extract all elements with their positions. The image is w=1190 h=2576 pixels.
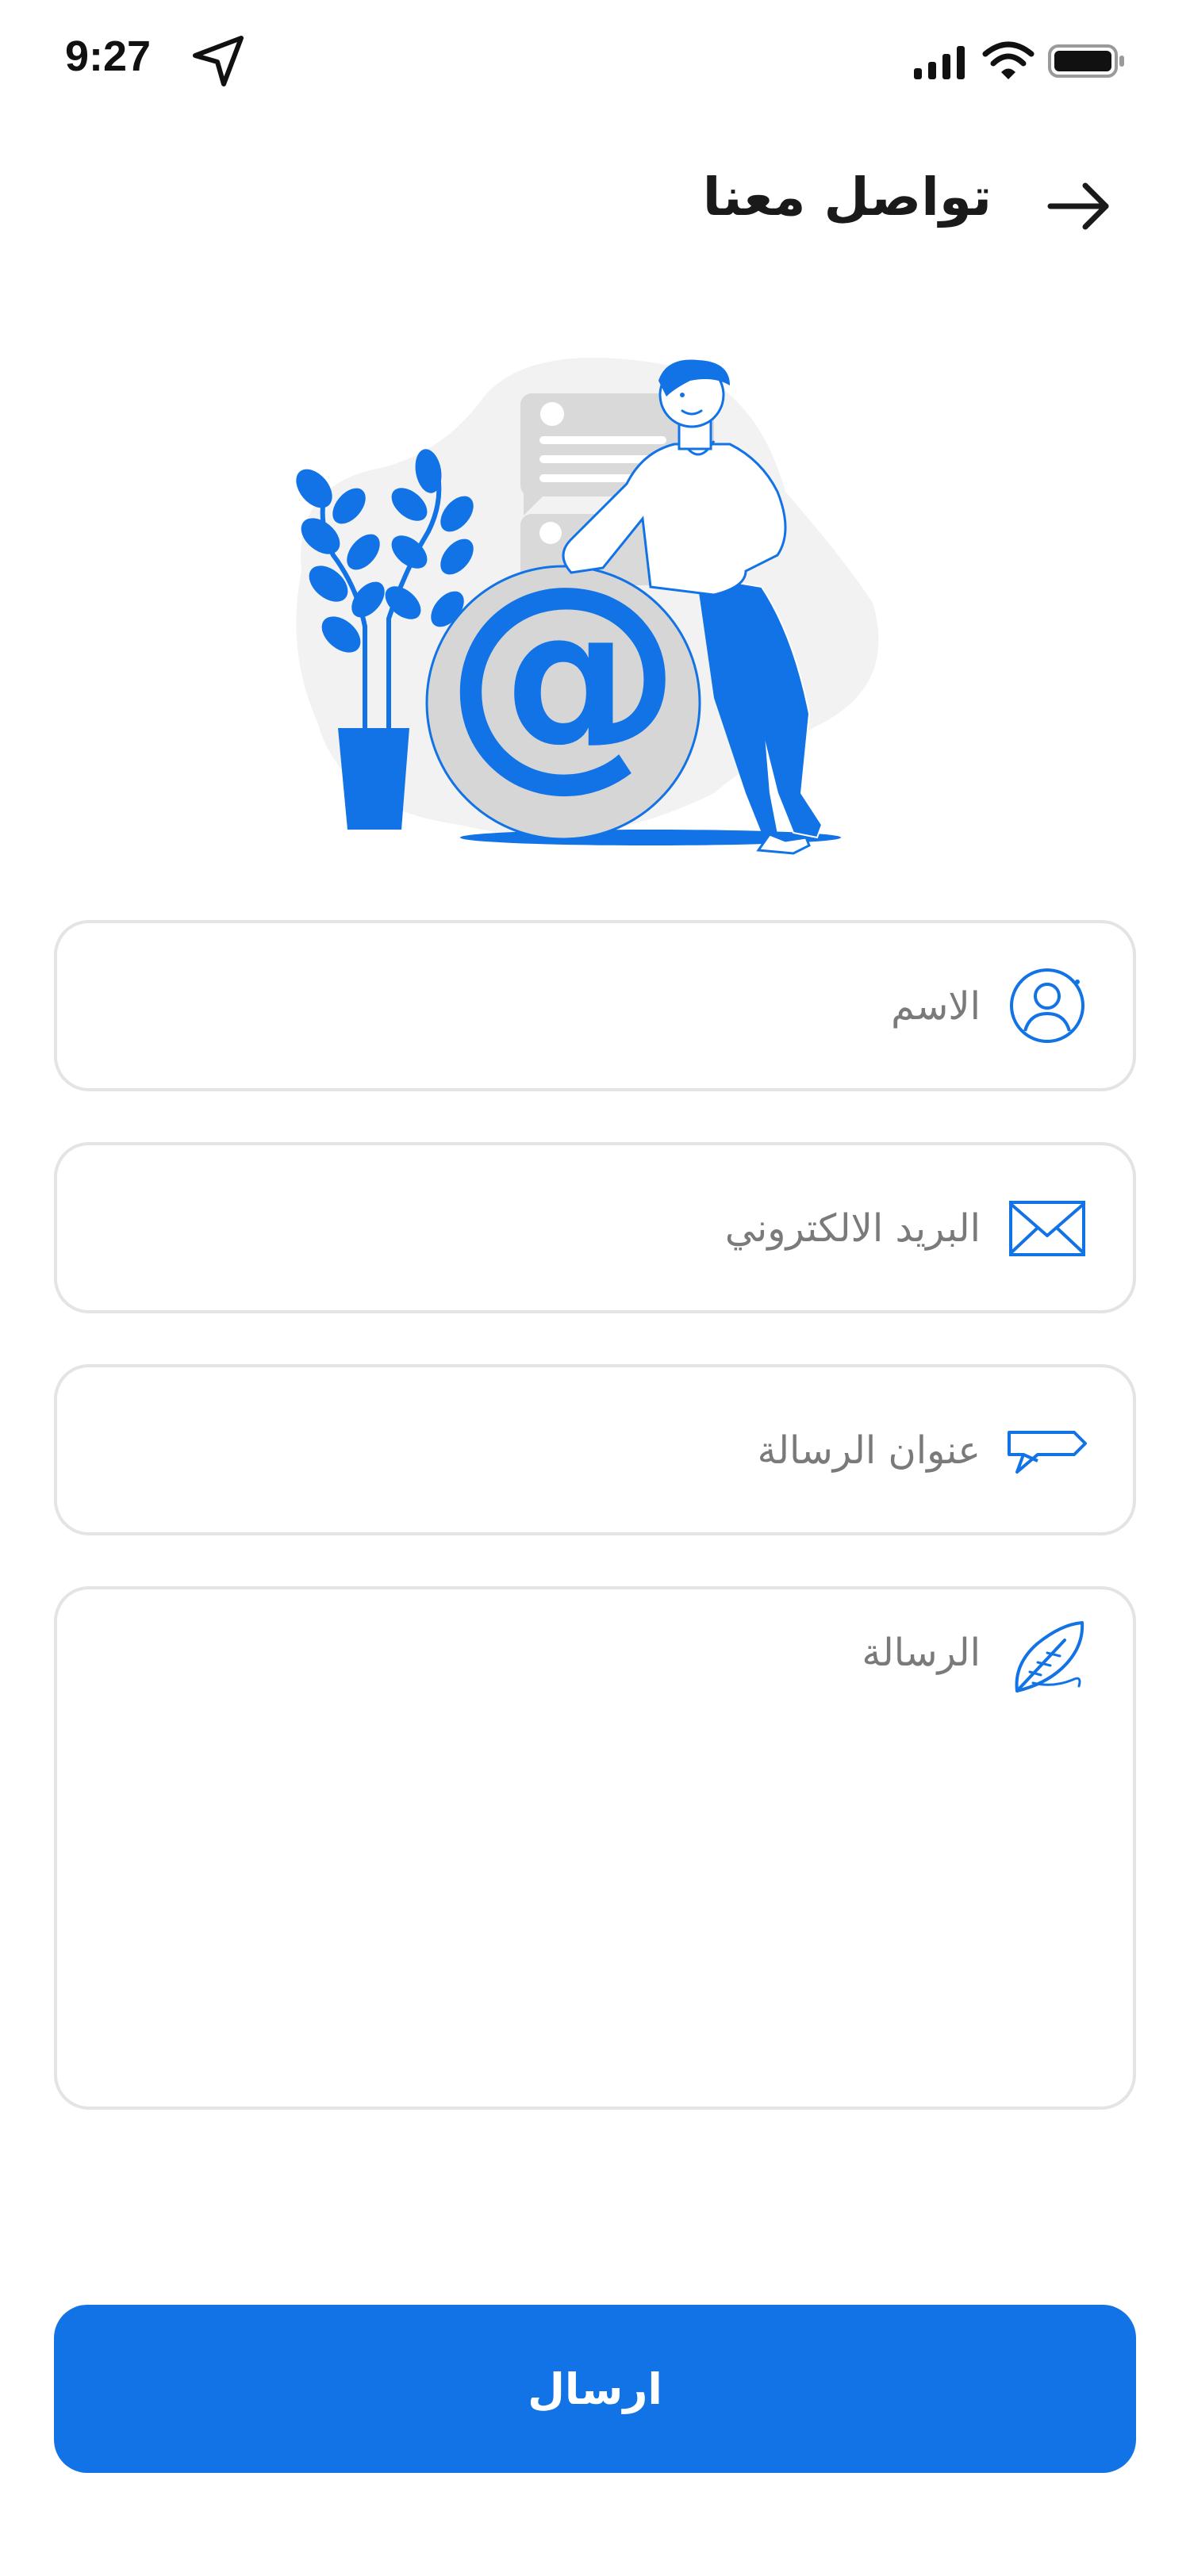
arrow-right-icon xyxy=(1047,182,1109,230)
status-time: 9:27 xyxy=(65,33,152,80)
send-button[interactable]: ارسال xyxy=(54,2305,1136,2473)
wifi-icon xyxy=(982,41,1035,79)
subject-input[interactable] xyxy=(89,1415,981,1486)
message-field[interactable] xyxy=(54,1586,1136,2110)
email-input[interactable] xyxy=(89,1193,981,1264)
envelope-icon xyxy=(1009,1201,1085,1256)
message-tag-icon xyxy=(1008,1431,1087,1474)
back-button[interactable] xyxy=(1039,167,1119,246)
location-arrow-icon xyxy=(193,36,244,86)
cellular-signal-icon xyxy=(914,46,965,79)
battery-icon xyxy=(1048,44,1124,78)
email-field[interactable] xyxy=(54,1142,1136,1313)
svg-text:@: @ xyxy=(444,535,682,811)
contact-email-illustration: @ xyxy=(296,358,879,855)
page-title: تواصل معنا xyxy=(702,167,992,228)
feather-icon xyxy=(1015,1621,1084,1692)
message-input[interactable] xyxy=(89,1621,981,2065)
subject-field[interactable] xyxy=(54,1364,1136,1535)
user-icon xyxy=(1010,968,1084,1043)
name-input[interactable] xyxy=(89,971,981,1042)
page-header: تواصل معنا xyxy=(0,151,1190,262)
name-field[interactable] xyxy=(54,920,1136,1091)
status-bar: 9:27 xyxy=(0,0,1190,127)
